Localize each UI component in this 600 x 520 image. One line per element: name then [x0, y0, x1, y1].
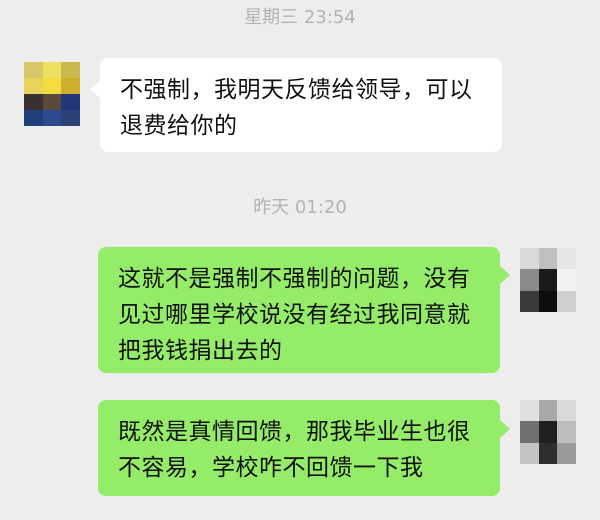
timestamp-divider: 星期三 23:54 [244, 7, 356, 28]
message-bubble-outgoing[interactable]: 既然是真情回馈，那我毕业生也很不容易，学校咋不回馈一下我 [98, 400, 500, 496]
timestamp-divider: 昨天 01:20 [253, 197, 347, 218]
self-avatar[interactable] [520, 248, 576, 312]
message-bubble-outgoing[interactable]: 这就不是强制不强制的问题，没有见过哪里学校说没有经过我同意就把我钱捐出去的 [98, 247, 500, 373]
bubble-tail [500, 420, 510, 438]
bubble-tail [90, 80, 100, 98]
contact-avatar[interactable] [24, 62, 80, 126]
bubble-tail [500, 266, 510, 284]
self-avatar[interactable] [520, 400, 576, 464]
message-bubble-incoming[interactable]: 不强制，我明天反馈给领导，可以退费给你的 [100, 58, 502, 152]
